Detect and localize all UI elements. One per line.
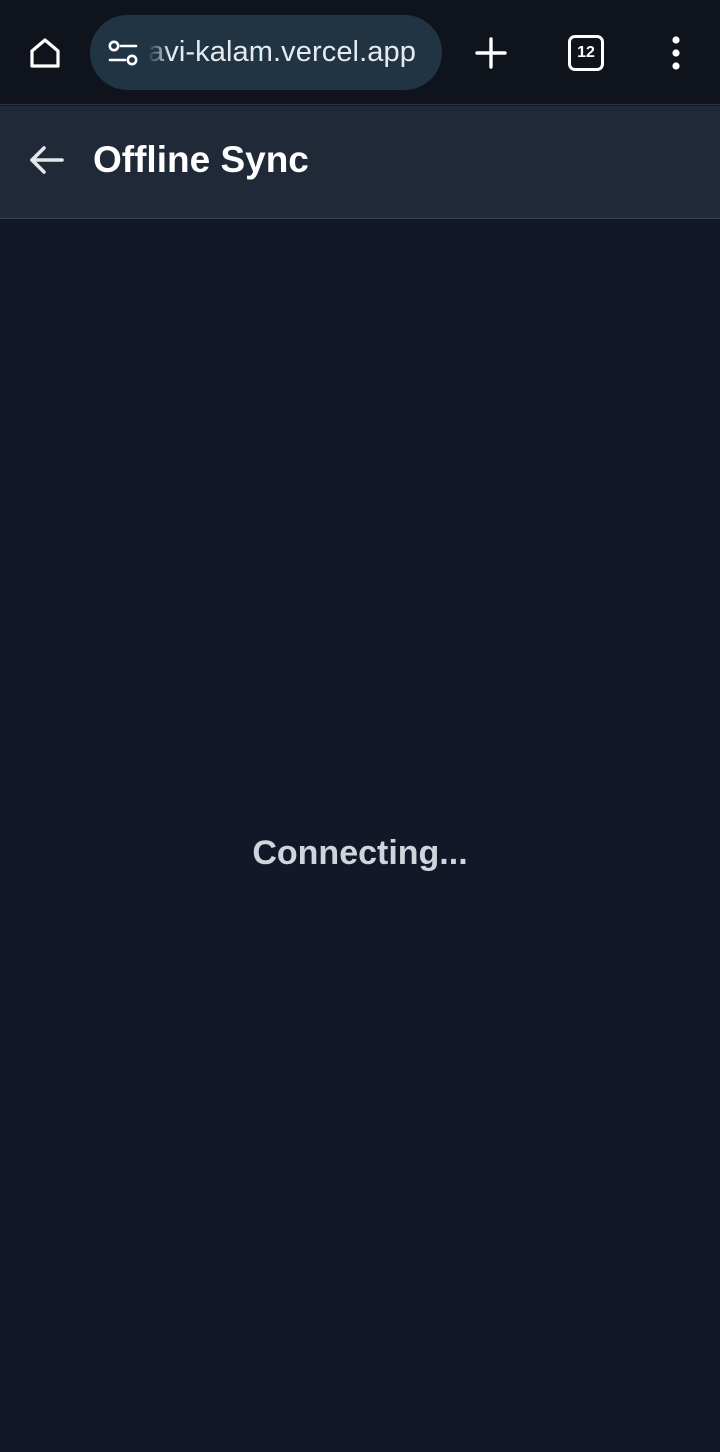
tab-switcher-icon: 12 [568,35,604,71]
browser-menu-button[interactable] [651,28,701,78]
app-header: Offline Sync [0,106,720,219]
tab-switcher-button[interactable]: 12 [561,28,611,78]
more-vert-icon [672,36,680,70]
page-title: Offline Sync [93,139,309,180]
new-tab-button[interactable] [466,28,516,78]
tab-count: 12 [577,44,595,61]
connection-status: Connecting... [252,834,468,872]
tune-icon [108,40,138,65]
browser-toolbar: avi-kalam.vercel.app 12 [0,0,720,105]
back-button[interactable] [22,135,72,185]
plus-icon [475,37,507,69]
address-bar[interactable]: avi-kalam.vercel.app [90,15,442,90]
url-text: avi-kalam.vercel.app [148,36,416,68]
home-button[interactable] [20,28,70,78]
main-content: Connecting... [0,219,720,1452]
home-icon [30,38,60,68]
site-info-button[interactable] [104,34,142,72]
arrow-left-icon [30,146,64,174]
